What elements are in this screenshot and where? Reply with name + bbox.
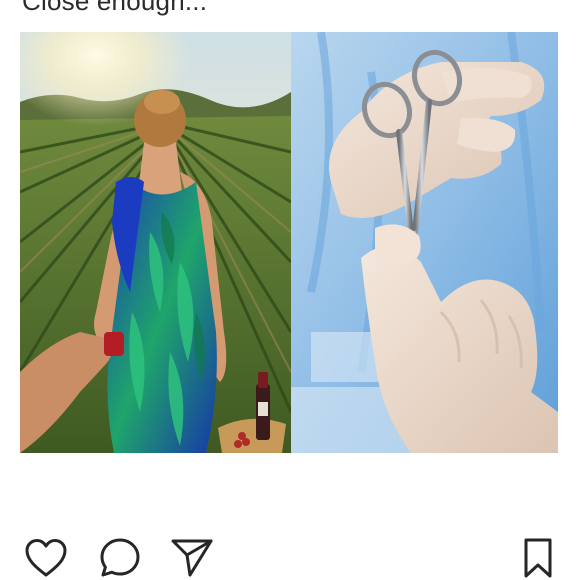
comment-button[interactable] (98, 536, 142, 580)
post-caption: Close enough... (22, 0, 208, 16)
bookmark-icon (524, 538, 552, 578)
like-button[interactable] (24, 536, 68, 580)
post-image-collage[interactable] (20, 32, 558, 453)
woman-in-vineyard-photo (20, 32, 291, 453)
post-action-bar (0, 530, 580, 580)
save-button[interactable] (516, 536, 560, 580)
surgeon-holding-forceps-photo (291, 32, 558, 453)
post-screen: Close enough... (0, 0, 580, 580)
heart-icon (25, 539, 67, 577)
share-button[interactable] (170, 536, 214, 580)
paper-plane-icon (171, 539, 213, 577)
speech-bubble-icon (100, 538, 140, 577)
